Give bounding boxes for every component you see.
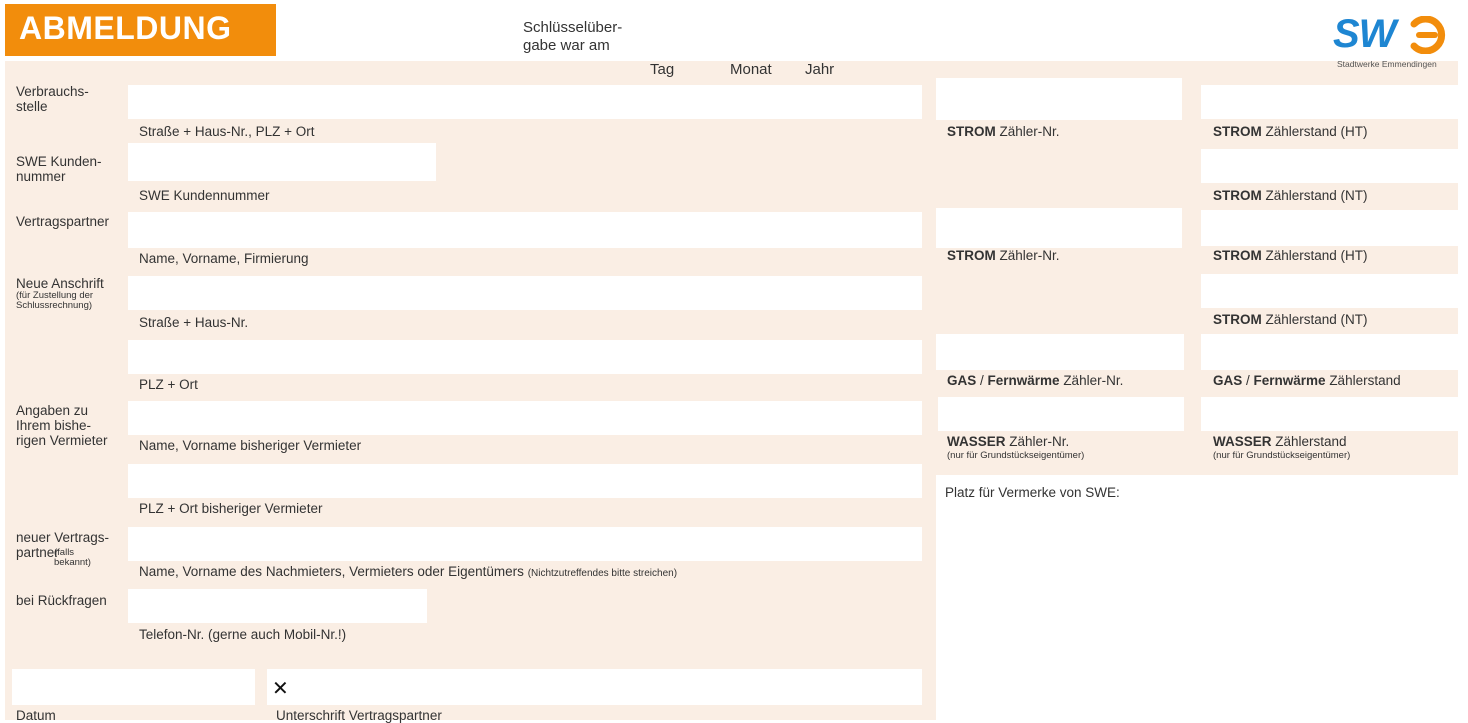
month-label: Monat (730, 61, 772, 78)
phone-field[interactable] (128, 589, 427, 623)
signature-mark-icon: ✕ (272, 678, 289, 700)
strom-reading-ht-1-label: STROM Zählerstand (HT) (1213, 124, 1368, 139)
water-reading-label: WASSER Zählerstand (1213, 434, 1347, 449)
new-address-label: Neue Anschrift (16, 276, 104, 291)
gas-reading-label: GAS / Fernwärme Zählerstand (1213, 373, 1401, 388)
reading-ht-text: Zählerstand (HT) (1261, 124, 1368, 139)
new-partner-field[interactable] (128, 527, 922, 561)
water-reading-owner-note: (nur für Grundstückseigentümer) (1213, 450, 1351, 461)
date-label: Datum (16, 708, 56, 723)
meter-no-text: Zähler-Nr. (995, 124, 1060, 139)
handover-day-field[interactable] (650, 16, 717, 58)
gas-meter-no-label: GAS / Fernwärme Zähler-Nr. (947, 373, 1123, 388)
gas-slash: / (976, 373, 988, 388)
date-field[interactable] (12, 669, 255, 705)
new-address-city-field[interactable] (128, 340, 922, 374)
swe-remarks-label: Platz für Vermerke von SWE: (945, 485, 1120, 500)
phone-hint: Telefon-Nr. (gerne auch Mobil-Nr.!) (139, 627, 347, 642)
strom-reading-nt-1-label: STROM Zählerstand (NT) (1213, 188, 1368, 203)
gas-reading-text: Zählerstand (1325, 373, 1401, 388)
strom-label: STROM (1213, 312, 1262, 327)
gas-meter-no-field[interactable] (936, 334, 1184, 370)
wasser-label: WASSER (947, 434, 1006, 449)
strom-label: STROM (1213, 248, 1262, 263)
form-title: ABMELDUNG (5, 4, 276, 56)
landlord-city-field[interactable] (128, 464, 922, 498)
new-address-note: (für Zustellung der Schlussrechnung) (16, 290, 94, 311)
new-partner-hint-note: (Nichtzutreffendes bitte streichen) (527, 568, 678, 579)
water-reading-text: Zählerstand (1271, 434, 1347, 449)
handover-month-field[interactable] (728, 16, 798, 58)
new-partner-hint: Name, Vorname des Nachmieters, Vermieter… (139, 564, 677, 581)
logo-e-icon (1410, 16, 1446, 54)
contract-partner-label: Vertragspartner (16, 214, 110, 229)
strom-reading-ht-1-field[interactable] (1201, 85, 1458, 119)
year-label: Jahr (805, 61, 835, 78)
strom-reading-ht-2-field[interactable] (1201, 210, 1458, 246)
logo-text: SW (1333, 12, 1396, 56)
fernwaerme-label: Fernwärme (987, 373, 1060, 388)
strom-meter-no-1-label: STROM Zähler-Nr. (947, 124, 1060, 139)
landlord-city-hint: PLZ + Ort bisheriger Vermieter (139, 501, 323, 516)
water-meter-no-field[interactable] (938, 397, 1184, 431)
gas-reading-field[interactable] (1201, 334, 1458, 370)
reading-nt-text: Zählerstand (NT) (1261, 188, 1368, 203)
consumption-site-hint: Straße + Haus-Nr., PLZ + Ort (139, 124, 315, 139)
new-partner-hint-text: Name, Vorname des Nachmieters, Vermieter… (139, 564, 524, 579)
landlord-label: Angaben zu Ihrem bishe- rigen Vermieter (16, 403, 108, 448)
customer-number-field[interactable] (128, 143, 436, 181)
water-meter-owner-note: (nur für Grundstückseigentümer) (947, 450, 1085, 461)
strom-reading-nt-2-label: STROM Zählerstand (NT) (1213, 312, 1368, 327)
wasser-label: WASSER (1213, 434, 1272, 449)
customer-number-label: SWE Kunden- nummer (16, 154, 102, 184)
strom-reading-nt-1-field[interactable] (1201, 149, 1458, 183)
handover-year-field[interactable] (807, 16, 936, 58)
strom-meter-no-1-field[interactable] (936, 78, 1182, 120)
contract-partner-hint: Name, Vorname, Firmierung (139, 251, 309, 266)
strom-label: STROM (1213, 188, 1262, 203)
logo-subtitle: Stadtwerke Emmendingen (1337, 59, 1437, 69)
contract-partner-field[interactable] (128, 212, 922, 248)
key-handover-label: Schlüsselüber- gabe war am (523, 19, 623, 54)
signature-field[interactable] (267, 669, 922, 705)
consumption-site-label: Verbrauchs- stelle (16, 84, 89, 114)
phone-label: bei Rückfragen (16, 593, 107, 608)
strom-meter-no-2-label: STROM Zähler-Nr. (947, 248, 1060, 263)
signature-label: Unterschrift Vertragspartner (276, 708, 442, 723)
customer-number-hint: SWE Kundennummer (139, 188, 270, 203)
day-label: Tag (650, 61, 675, 78)
strom-reading-ht-2-label: STROM Zählerstand (HT) (1213, 248, 1368, 263)
strom-reading-nt-2-field[interactable] (1201, 274, 1458, 308)
water-meter-no-label: WASSER Zähler-Nr. (947, 434, 1069, 449)
new-partner-note: (falls bekannt) (54, 547, 91, 568)
reading-ht-text: Zählerstand (HT) (1261, 248, 1368, 263)
swe-logo: SW Stadtwerke Emmendingen (1330, 12, 1460, 72)
reading-nt-text: Zählerstand (NT) (1261, 312, 1368, 327)
strom-label: STROM (947, 248, 996, 263)
new-address-street-hint: Straße + Haus-Nr. (139, 315, 249, 330)
water-reading-field[interactable] (1201, 397, 1458, 431)
strom-meter-no-2-field[interactable] (936, 208, 1182, 248)
landlord-name-hint: Name, Vorname bisheriger Vermieter (139, 438, 362, 453)
gas-slash: / (1242, 373, 1254, 388)
gas-meter-no-text: Zähler-Nr. (1059, 373, 1124, 388)
strom-label: STROM (1213, 124, 1262, 139)
fernwaerme-label: Fernwärme (1253, 373, 1326, 388)
strom-label: STROM (947, 124, 996, 139)
new-address-street-field[interactable] (128, 276, 922, 310)
landlord-name-field[interactable] (128, 401, 922, 435)
gas-label: GAS (1213, 373, 1243, 388)
consumption-site-field[interactable] (128, 85, 922, 119)
new-address-city-hint: PLZ + Ort (139, 377, 198, 392)
water-meter-no-text: Zähler-Nr. (1005, 434, 1070, 449)
gas-label: GAS (947, 373, 977, 388)
meter-no-text: Zähler-Nr. (995, 248, 1060, 263)
